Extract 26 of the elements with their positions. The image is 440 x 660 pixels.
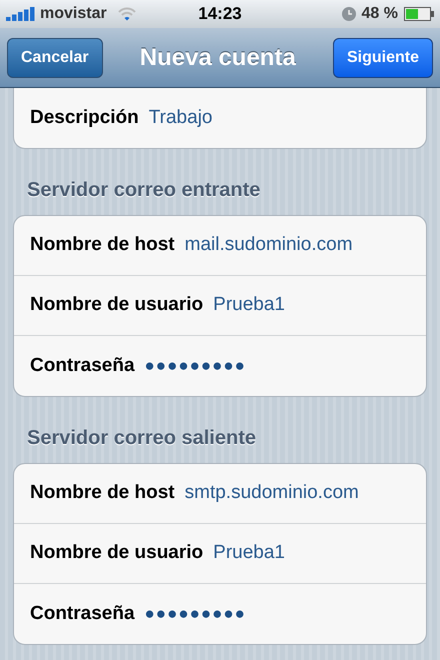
screen-title: Nueva cuenta — [140, 42, 296, 72]
section-header: Servidor correo saliente — [27, 426, 257, 451]
field-label: Nombre de usuario — [30, 293, 204, 318]
cancel-button[interactable]: Cancelar — [7, 38, 103, 78]
field-label: Contraseña — [30, 602, 135, 626]
field-label: Descripción — [30, 106, 139, 130]
wifi-icon — [116, 7, 137, 21]
field-label: Nombre de host — [30, 233, 175, 258]
field-value[interactable]: Prueba1 — [213, 539, 285, 568]
signal-icon — [6, 7, 36, 21]
field-value[interactable]: ●●●●●●●●● — [144, 353, 246, 379]
field-label: Nombre de usuario — [30, 541, 204, 566]
field-value[interactable]: mail.sudominio.com — [184, 231, 353, 260]
field-value[interactable]: smtp.sudominio.com — [184, 479, 359, 508]
section-header: Servidor correo entrante — [27, 178, 262, 203]
clock-icon — [342, 7, 356, 21]
field-value[interactable]: ●●●●●●●●● — [144, 601, 246, 627]
field-value[interactable]: Prueba1 — [213, 291, 285, 320]
field-label: Nombre de host — [30, 481, 175, 506]
clock-time: 14:23 — [197, 3, 243, 26]
battery-percent: 48 % — [362, 4, 398, 24]
field-value[interactable]: Trabajo — [148, 104, 212, 132]
carrier-name: movistar — [40, 4, 107, 24]
next-button[interactable]: Siguiente — [332, 38, 433, 78]
battery-icon — [404, 7, 434, 21]
field-label: Contraseña — [30, 354, 135, 378]
